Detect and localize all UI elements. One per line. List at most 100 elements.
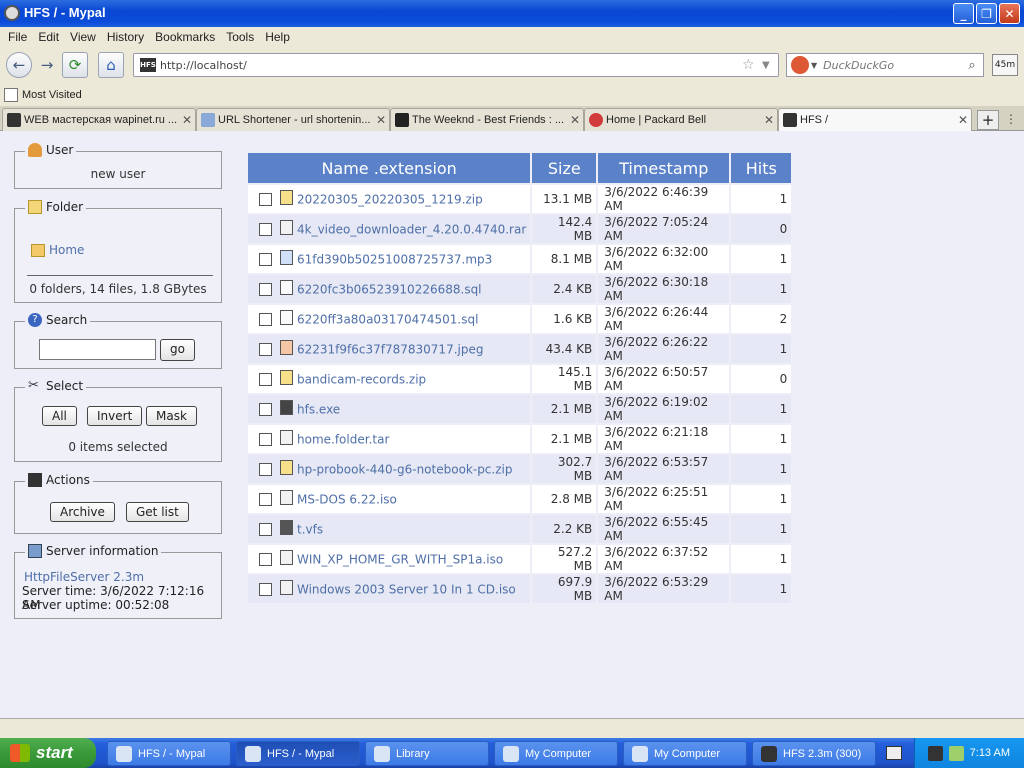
tab-close-icon[interactable]: ✕ — [373, 113, 389, 127]
file-link[interactable]: 20220305_20220305_1219.zip — [297, 192, 483, 206]
mask-button[interactable]: Mask — [146, 406, 197, 426]
size-cell: 13.1 MB — [532, 185, 597, 213]
go-button[interactable]: go — [160, 339, 195, 361]
addon-button[interactable]: 45m — [992, 54, 1018, 76]
home-icon: ⌂ — [106, 56, 116, 74]
col-timestamp-header[interactable]: Timestamp — [598, 153, 730, 183]
row-checkbox[interactable] — [259, 222, 272, 236]
get-list-button[interactable]: Get list — [126, 502, 189, 522]
tab-the-weeknd[interactable]: The Weeknd - Best Friends : ... ✕ — [390, 108, 584, 131]
url-input[interactable] — [160, 58, 742, 72]
menu-view[interactable]: View — [66, 30, 103, 44]
file-search-input[interactable] — [39, 339, 156, 360]
file-link[interactable]: 4k_video_downloader_4.20.0.4740.rar — [297, 222, 526, 236]
file-link[interactable]: t.vfs — [297, 522, 323, 536]
invert-button[interactable]: Invert — [87, 406, 143, 426]
hits-cell: 1 — [731, 185, 792, 213]
name-cell: 20220305_20220305_1219.zip — [248, 185, 531, 213]
row-checkbox[interactable] — [259, 282, 272, 296]
file-link[interactable]: hp-probook-440-g6-notebook-pc.zip — [297, 462, 512, 476]
tab-url-shortener[interactable]: URL Shortener - url shortenin... ✕ — [196, 108, 390, 131]
row-checkbox[interactable] — [259, 312, 272, 326]
timestamp-cell: 3/6/2022 6:46:39 AM — [598, 185, 730, 213]
hits-cell: 1 — [731, 395, 792, 423]
search-icon[interactable]: ⌕ — [961, 58, 983, 73]
tab-close-icon[interactable]: ✕ — [567, 113, 583, 127]
tab-wapinet[interactable]: WEB мастерская wapinet.ru ... ✕ — [2, 108, 196, 131]
clock[interactable]: 7:13 AM — [970, 747, 1010, 759]
row-checkbox[interactable] — [259, 522, 272, 536]
duckduckgo-icon[interactable] — [791, 56, 809, 74]
menu-help[interactable]: Help — [261, 30, 297, 44]
forward-button[interactable]: → — [34, 52, 60, 78]
server-uptime: Server uptime: 00:52:08 — [22, 598, 170, 612]
taskbar-item-library[interactable]: Library — [365, 741, 489, 766]
url-dropdown-icon[interactable]: ▼ — [762, 60, 778, 71]
file-link[interactable]: home.folder.tar — [297, 432, 389, 446]
row-checkbox[interactable] — [259, 372, 272, 386]
taskbar-item-hfs-server[interactable]: HFS 2.3m (300) — [752, 741, 876, 766]
reload-button[interactable]: ⟳ — [62, 52, 88, 78]
new-tab-button[interactable]: + — [977, 110, 999, 130]
file-link[interactable]: WIN_XP_HOME_GR_WITH_SP1a.iso — [297, 552, 503, 566]
row-checkbox[interactable] — [259, 492, 272, 506]
col-size-header[interactable]: Size — [532, 153, 597, 183]
engine-dropdown-icon[interactable]: ▼ — [811, 61, 817, 70]
row-checkbox[interactable] — [259, 252, 272, 266]
search-bar[interactable]: ▼ ⌕ — [786, 53, 984, 77]
maximize-button[interactable]: ❐ — [976, 3, 997, 24]
menu-file[interactable]: File — [4, 30, 34, 44]
start-button[interactable]: start — [0, 738, 96, 768]
home-link[interactable]: Home — [31, 243, 84, 257]
name-cell: hfs.exe — [248, 395, 531, 423]
close-button[interactable]: ✕ — [999, 3, 1020, 24]
network-icon[interactable] — [948, 745, 964, 761]
row-checkbox[interactable] — [259, 462, 272, 476]
tab-hfs[interactable]: HFS / ✕ — [778, 108, 972, 131]
keyboard-icon[interactable] — [886, 746, 902, 760]
col-hits-header[interactable]: Hits — [731, 153, 792, 183]
hfs-version-link[interactable]: HttpFileServer 2.3m — [24, 570, 144, 584]
taskbar-item-my-computer-2[interactable]: My Computer — [623, 741, 747, 766]
menu-edit[interactable]: Edit — [34, 30, 66, 44]
file-link[interactable]: 61fd390b50251008725737.mp3 — [297, 252, 492, 266]
back-button[interactable]: ← — [6, 52, 32, 78]
file-link[interactable]: bandicam-records.zip — [297, 372, 426, 386]
file-link[interactable]: MS-DOS 6.22.iso — [297, 492, 397, 506]
row-checkbox[interactable] — [259, 402, 272, 416]
row-checkbox[interactable] — [259, 342, 272, 356]
folder-legend-label: Folder — [46, 200, 84, 214]
tab-close-icon[interactable]: ✕ — [761, 113, 777, 127]
file-link[interactable]: Windows 2003 Server 10 In 1 CD.iso — [297, 582, 516, 596]
select-all-button[interactable]: All — [42, 406, 77, 426]
tab-label: WEB мастерская wapinet.ru ... — [24, 114, 178, 126]
tab-close-icon[interactable]: ✕ — [179, 113, 195, 127]
taskbar-item-hfs-2[interactable]: HFS / - Mypal — [236, 741, 360, 766]
archive-button[interactable]: Archive — [50, 502, 115, 522]
file-link[interactable]: 6220fc3b06523910226688.sql — [297, 282, 482, 296]
web-search-input[interactable] — [823, 58, 961, 72]
menu-bookmarks[interactable]: Bookmarks — [151, 30, 222, 44]
row-checkbox[interactable] — [259, 192, 272, 206]
hfs-tray-icon[interactable] — [927, 745, 943, 761]
col-name-header[interactable]: Name .extension — [248, 153, 531, 183]
menu-history[interactable]: History — [103, 30, 151, 44]
file-link[interactable]: 6220ff3a80a03170474501.sql — [297, 312, 478, 326]
row-checkbox[interactable] — [259, 432, 272, 446]
tab-list-icon[interactable]: ⋮ — [1005, 112, 1017, 126]
row-checkbox[interactable] — [259, 582, 272, 596]
url-bar[interactable]: HFS ☆ ▼ — [133, 53, 779, 77]
tab-close-icon[interactable]: ✕ — [955, 113, 971, 127]
most-visited-bookmark[interactable]: Most Visited — [22, 89, 82, 101]
bookmark-star-icon[interactable]: ☆ — [742, 57, 762, 73]
file-link[interactable]: 62231f9f6c37f787830717.jpeg — [297, 342, 483, 356]
taskbar-item-my-computer-1[interactable]: My Computer — [494, 741, 618, 766]
home-button[interactable]: ⌂ — [98, 52, 124, 78]
tab-packard-bell[interactable]: Home | Packard Bell ✕ — [584, 108, 778, 131]
file-link[interactable]: hfs.exe — [297, 402, 340, 416]
menu-tools[interactable]: Tools — [222, 30, 261, 44]
row-checkbox[interactable] — [259, 552, 272, 566]
taskbar-item-hfs-1[interactable]: HFS / - Mypal — [107, 741, 231, 766]
minimize-button[interactable]: _ — [953, 3, 974, 24]
library-icon — [374, 745, 390, 762]
